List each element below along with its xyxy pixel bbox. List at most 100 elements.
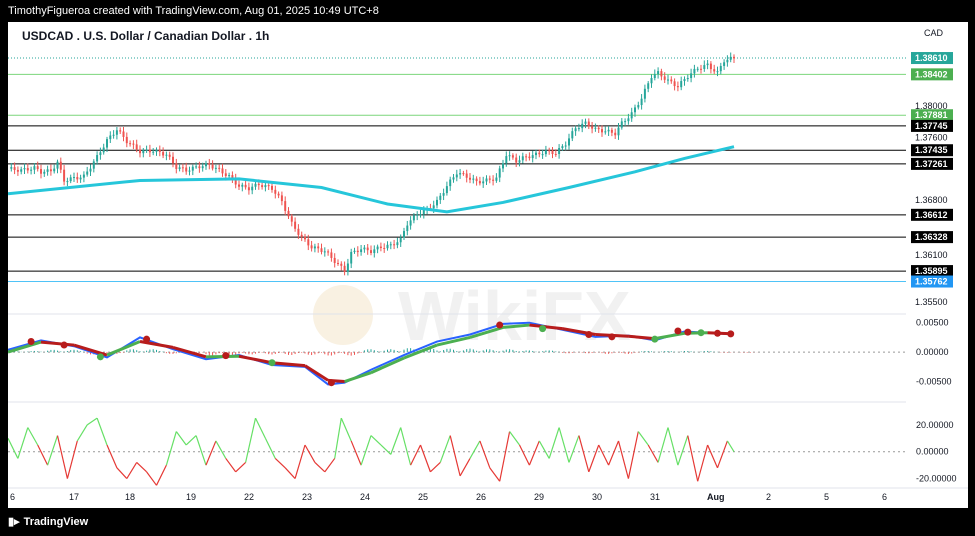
candle-body	[399, 237, 402, 243]
candle-body	[66, 181, 69, 183]
candle-body	[574, 128, 577, 132]
candle-body	[676, 86, 679, 88]
oscillator-segment	[489, 467, 501, 482]
candle-body	[412, 215, 415, 221]
signal-line-segment	[654, 331, 685, 341]
oscillator-segment	[568, 435, 580, 463]
candle-body	[277, 193, 280, 196]
candle-body	[548, 150, 551, 152]
candle-body	[228, 175, 231, 177]
candle-body	[584, 121, 587, 124]
macd-tick-0: 0.00500	[916, 318, 949, 328]
candle-body	[518, 160, 521, 163]
oscillator-segment	[215, 440, 227, 459]
oscillator-segment	[459, 458, 471, 477]
candle-body	[244, 184, 247, 188]
candle-body	[145, 149, 148, 151]
candle-body	[218, 167, 221, 169]
time-tick-6: 24	[360, 492, 370, 502]
candle-body	[713, 69, 716, 72]
level-label-2: 1.37881	[915, 110, 948, 120]
candle-body	[343, 265, 346, 272]
cross-point	[684, 328, 692, 336]
cross-point	[27, 338, 35, 346]
candle-body	[317, 246, 320, 249]
candle-body	[86, 171, 89, 175]
candle-body	[624, 121, 627, 123]
osc-tick-0: 20.00000	[916, 420, 954, 430]
oscillator-segment	[195, 435, 207, 466]
oscillator-segment	[439, 435, 451, 463]
macd-tick-1: 0.00000	[916, 347, 949, 357]
candle-body	[657, 71, 660, 75]
candle-body	[198, 166, 201, 169]
oscillator-segment	[499, 431, 511, 482]
candle-body	[46, 169, 49, 172]
time-tick-2: 18	[125, 492, 135, 502]
candle-body	[16, 169, 19, 172]
time-tick-10: 30	[592, 492, 602, 502]
candle-body	[653, 74, 656, 79]
candle-body	[406, 225, 409, 232]
signal-line-segment	[172, 345, 207, 359]
candle-body	[310, 245, 313, 249]
candle-body	[700, 68, 702, 70]
oscillator-segment	[627, 431, 639, 479]
cross-point	[727, 330, 735, 338]
oscillator-segment	[274, 457, 286, 469]
candle-body	[502, 163, 504, 169]
candle-body	[723, 62, 726, 66]
candle-body	[693, 68, 696, 74]
moving-average-line	[7, 145, 735, 214]
candle-body	[478, 181, 481, 184]
candle-body	[558, 148, 561, 154]
signal-line-segment	[238, 354, 273, 365]
candle-body	[201, 166, 204, 169]
candle-body	[363, 247, 366, 250]
candle-body	[416, 214, 419, 216]
candle-body	[726, 59, 729, 63]
candle-body	[221, 168, 224, 174]
candle-body	[109, 135, 112, 140]
candle-body	[168, 154, 171, 157]
credit-text: TimothyFigueroa created with TradingView…	[8, 5, 379, 17]
candle-body	[297, 228, 300, 235]
oscillator-segment	[509, 431, 520, 446]
oscillator-segment	[617, 440, 629, 479]
candle-body	[683, 79, 686, 82]
cross-point	[674, 327, 682, 335]
candle-body	[366, 247, 369, 251]
candle-body	[96, 155, 99, 162]
candle-body	[541, 154, 544, 156]
candle-body	[63, 169, 66, 182]
signal-line-segment	[370, 356, 405, 375]
candle-body	[82, 174, 85, 178]
candle-body	[610, 129, 613, 133]
candle-body	[551, 150, 554, 154]
tradingview-logo[interactable]: ▮▸ TradingView	[8, 515, 88, 529]
time-tick-11: 31	[650, 492, 660, 502]
candle-body	[300, 234, 303, 237]
candle-body	[152, 151, 155, 153]
candle-body	[419, 214, 422, 216]
candle-body	[106, 139, 108, 148]
oscillator-segment	[647, 444, 659, 463]
candle-body	[211, 164, 214, 169]
candle-body	[360, 249, 363, 253]
chart-panel[interactable]: WikiFX USDCAD . U.S. Dollar / Canadian Do…	[7, 22, 968, 508]
candle-body	[634, 107, 636, 113]
candle-body	[637, 105, 640, 108]
oscillator-segment	[419, 444, 431, 473]
cross-point	[585, 330, 593, 338]
candle-body	[155, 149, 158, 152]
level-label-4: 1.37435	[915, 145, 948, 155]
oscillator-segment	[324, 458, 336, 473]
candle-body	[340, 263, 343, 266]
oscillator-segment	[175, 431, 187, 446]
candle-body	[627, 118, 630, 122]
candle-body	[455, 174, 458, 178]
candle-body	[696, 68, 699, 70]
chart-canvas[interactable]: WikiFXUSDCAD . U.S. Dollar / Canadian Do…	[7, 22, 968, 508]
candle-body	[320, 248, 323, 252]
time-tick-1: 17	[69, 492, 79, 502]
